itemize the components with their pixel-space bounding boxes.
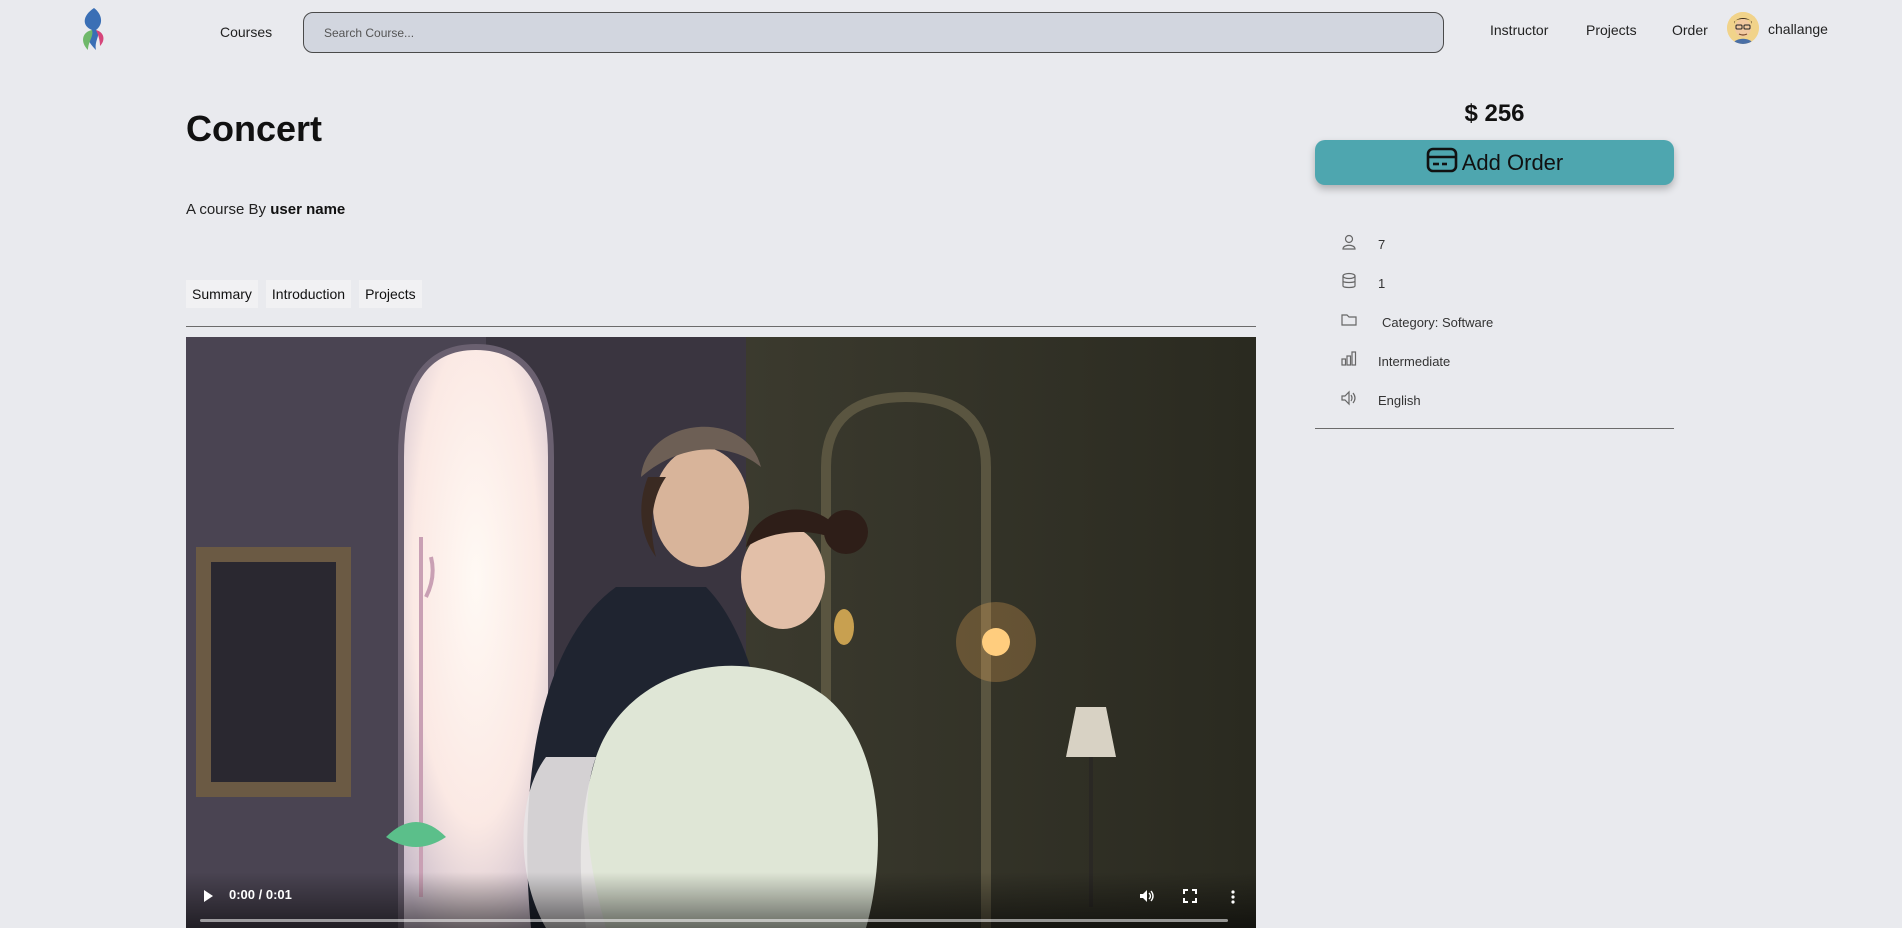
info-category: Category: Software — [1340, 311, 1640, 331]
nav-courses-link[interactable]: Courses — [220, 24, 272, 40]
more-options-icon[interactable] — [1231, 890, 1235, 907]
top-navigation-bar: Courses Instructor Projects Order challa… — [0, 0, 1902, 62]
tab-introduction[interactable]: Introduction — [265, 280, 352, 308]
database-icon — [1340, 272, 1358, 290]
course-tabs: Summary Introduction Projects — [186, 280, 422, 308]
info-language-value: English — [1378, 393, 1421, 408]
info-students: 7 — [1340, 233, 1640, 253]
add-order-label: Add Order — [1461, 149, 1564, 175]
level-bars-icon — [1340, 350, 1358, 368]
info-level-value: Intermediate — [1378, 354, 1451, 369]
info-level: Intermediate — [1340, 350, 1640, 370]
divider — [1315, 428, 1674, 429]
video-progress-bar[interactable] — [200, 919, 1228, 922]
avatar[interactable] — [1727, 12, 1759, 44]
info-students-value: 7 — [1378, 237, 1386, 252]
info-lessons-value: 1 — [1378, 276, 1386, 291]
info-category-value: Category: Software — [1382, 315, 1494, 330]
credit-card-icon — [1426, 147, 1458, 179]
tab-summary[interactable]: Summary — [186, 280, 258, 308]
username-label[interactable]: challange — [1768, 21, 1828, 37]
video-time: 0:00 / 0:01 — [229, 887, 292, 902]
info-language: English — [1340, 389, 1640, 409]
course-price: $ 256 — [1464, 100, 1525, 127]
add-order-button[interactable]: Add Order — [1315, 140, 1674, 185]
course-byline: A course By user name — [186, 201, 345, 218]
page-title: Concert — [186, 108, 323, 149]
tab-projects[interactable]: Projects — [359, 280, 422, 308]
divider — [186, 326, 1256, 327]
user-icon — [1340, 233, 1358, 251]
nav-instructor-link[interactable]: Instructor — [1490, 22, 1548, 38]
volume-icon[interactable] — [1139, 889, 1155, 906]
video-frame-image — [186, 337, 1256, 928]
author-name: user name — [270, 201, 346, 218]
brand-logo-icon[interactable] — [74, 6, 112, 54]
speaker-icon — [1340, 389, 1358, 407]
search-input[interactable] — [303, 12, 1444, 53]
fullscreen-icon[interactable] — [1183, 889, 1197, 906]
video-player[interactable]: 0:00 / 0:01 — [186, 337, 1256, 928]
nav-order-link[interactable]: Order — [1672, 22, 1708, 38]
nav-projects-link[interactable]: Projects — [1586, 22, 1637, 38]
play-icon[interactable] — [202, 889, 214, 906]
byline-prefix: A course By — [186, 201, 271, 218]
folder-icon — [1340, 311, 1358, 329]
info-lessons: 1 — [1340, 272, 1640, 292]
